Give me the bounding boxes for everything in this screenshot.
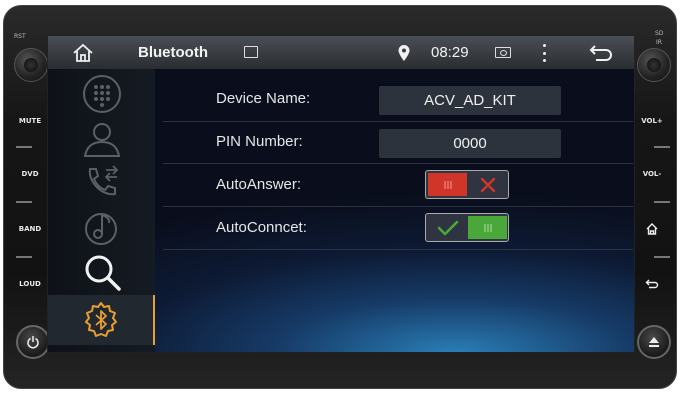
- bluetooth-settings-panel: Device Name: ACV_AD_KIT PIN Number: 0000…: [155, 69, 634, 352]
- power-icon: [27, 336, 39, 349]
- autoconnect-label: AutoConncet:: [216, 219, 307, 236]
- row-divider: [163, 249, 633, 250]
- sidebar-item-music[interactable]: [48, 204, 155, 250]
- back-button[interactable]: [588, 42, 614, 64]
- toggle-knob: [468, 216, 507, 239]
- left-top-knob[interactable]: [14, 48, 48, 82]
- grip-icon: [443, 180, 452, 189]
- autoanswer-row: AutoAnswer:: [155, 164, 634, 206]
- music-icon: [84, 213, 117, 245]
- autoanswer-toggle[interactable]: [425, 170, 509, 199]
- band-button[interactable]: BAND: [12, 206, 48, 252]
- sidebar-item-call-log[interactable]: [48, 160, 155, 206]
- divider: [654, 201, 670, 203]
- check-icon: [437, 220, 458, 235]
- autoconnect-row: AutoConncet:: [155, 207, 634, 249]
- dialpad-icon: [82, 75, 121, 113]
- close-icon: [480, 177, 495, 192]
- divider: [16, 146, 32, 148]
- volume-down-button[interactable]: VOL-: [634, 151, 670, 197]
- sidebar-item-contacts[interactable]: [48, 116, 155, 162]
- home-button[interactable]: [72, 42, 94, 64]
- volume-up-button[interactable]: VOL+: [634, 98, 670, 144]
- device-name-label: Device Name:: [216, 90, 311, 107]
- divider: [654, 146, 670, 148]
- toggle-knob: [428, 173, 467, 196]
- toggle-on-indicator: [428, 216, 467, 239]
- divider: [654, 256, 670, 258]
- media-icon: [495, 47, 511, 58]
- sidebar-item-search[interactable]: [48, 249, 155, 295]
- divider: [16, 256, 32, 258]
- rst-label: RST: [14, 33, 26, 40]
- ir-label: IR: [656, 39, 662, 46]
- pin-row: PIN Number: 0000: [155, 121, 634, 163]
- bluetooth-settings-icon: [84, 302, 117, 337]
- hw-home-button[interactable]: [634, 206, 670, 252]
- page-title: Bluetooth: [138, 44, 208, 61]
- autoconnect-toggle[interactable]: [425, 213, 509, 242]
- dvd-button[interactable]: DVD: [12, 151, 48, 197]
- device-name-field[interactable]: ACV_AD_KIT: [379, 86, 561, 115]
- pin-number-field[interactable]: 0000: [379, 129, 561, 158]
- sd-label: SD: [655, 30, 664, 37]
- back-icon: [645, 279, 659, 289]
- bluetooth-sidebar: [48, 69, 155, 352]
- eject-icon: [649, 337, 659, 347]
- display-screen: Bluetooth 08:29 Device Name: ACV_AD_KIT …: [47, 35, 635, 353]
- contact-icon: [83, 123, 120, 157]
- location-icon: [396, 44, 412, 62]
- pin-number-label: PIN Number:: [216, 133, 303, 150]
- back-icon: [589, 45, 612, 61]
- search-icon: [85, 255, 121, 291]
- grip-icon: [483, 223, 492, 232]
- sidebar-item-dialpad[interactable]: [48, 71, 155, 117]
- right-top-knob[interactable]: [637, 48, 671, 82]
- eject-button[interactable]: [637, 325, 671, 359]
- loud-button[interactable]: LOUD: [12, 261, 48, 307]
- status-bar: Bluetooth 08:29: [48, 36, 634, 69]
- autoanswer-label: AutoAnswer:: [216, 176, 302, 193]
- overflow-menu-button[interactable]: [541, 44, 547, 62]
- clock: 08:29: [431, 44, 469, 61]
- divider: [16, 201, 32, 203]
- sidebar-item-bluetooth-settings[interactable]: [48, 295, 155, 345]
- home-icon: [73, 43, 93, 62]
- mute-button[interactable]: MUTE: [12, 98, 48, 144]
- hw-back-button[interactable]: [634, 261, 670, 307]
- image-notification-icon: [244, 46, 258, 58]
- call-log-icon: [88, 165, 118, 196]
- power-button[interactable]: [16, 325, 50, 359]
- toggle-off-indicator: [468, 173, 507, 196]
- home-icon: [646, 223, 658, 235]
- device-name-row: Device Name: ACV_AD_KIT: [155, 78, 634, 120]
